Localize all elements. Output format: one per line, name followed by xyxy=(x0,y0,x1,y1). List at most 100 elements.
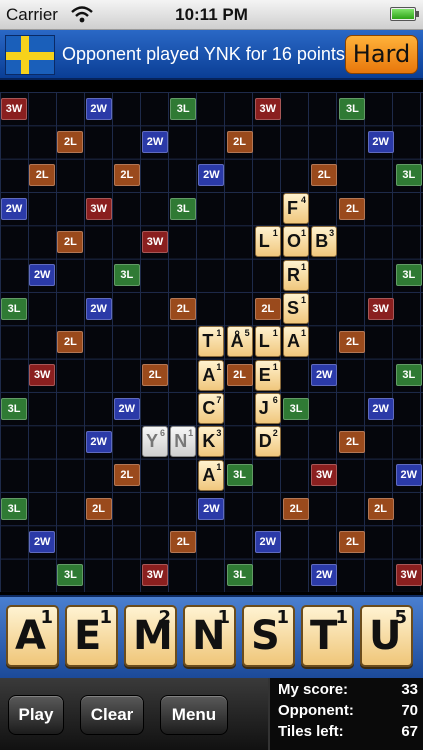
difficulty-button[interactable]: Hard xyxy=(345,35,418,74)
premium-square-3l[interactable]: 3L xyxy=(283,397,309,420)
tile-rack[interactable]: A1E1M2N1S1T1U5 xyxy=(0,595,423,678)
premium-square-2l[interactable]: 2L xyxy=(226,131,253,153)
my-score-value: 33 xyxy=(401,681,418,698)
board-tile: D2 xyxy=(254,426,281,458)
rack-tile-points: 1 xyxy=(276,607,289,628)
tile-letter: N xyxy=(174,431,188,452)
premium-square-2l[interactable]: 2L xyxy=(339,531,366,553)
premium-square-2w[interactable]: 2W xyxy=(311,564,338,587)
premium-square-2l[interactable]: 2L xyxy=(339,197,366,220)
premium-square-3l[interactable]: 3L xyxy=(226,564,253,587)
premium-square-2l[interactable]: 2L xyxy=(57,231,84,253)
tile-letter: K xyxy=(202,431,216,452)
tile-points: 1 xyxy=(216,328,222,339)
premium-square-3l[interactable]: 3L xyxy=(395,264,422,287)
tile-letter: D xyxy=(258,431,272,452)
premium-square-2l[interactable]: 2L xyxy=(339,331,366,353)
tile-points: 1 xyxy=(300,295,306,305)
play-button[interactable]: Play xyxy=(8,695,64,735)
premium-square-2w[interactable]: 2W xyxy=(367,397,394,420)
premium-square-2l[interactable]: 2L xyxy=(113,464,140,487)
board-tile: L1 xyxy=(254,226,281,258)
premium-square-3l[interactable]: 3L xyxy=(113,264,140,287)
premium-square-3w[interactable]: 3W xyxy=(142,231,168,253)
premium-square-3l[interactable]: 3L xyxy=(1,297,27,320)
premium-square-3l[interactable]: 3L xyxy=(339,97,366,120)
premium-square-3l[interactable]: 3L xyxy=(170,197,197,220)
premium-square-2w[interactable]: 2W xyxy=(311,364,338,387)
score-panel: My score: 33 Opponent: 70 Tiles left: 67 xyxy=(268,678,423,750)
opponent-score-row: Opponent: 70 xyxy=(278,702,418,722)
premium-square-2l[interactable]: 2L xyxy=(283,497,309,520)
premium-square-3w[interactable]: 3W xyxy=(142,564,168,587)
premium-square-2w[interactable]: 2W xyxy=(367,131,394,153)
premium-square-2w[interactable]: 2W xyxy=(29,531,56,553)
clock: 10:11 PM xyxy=(175,5,248,24)
tile-points: 3 xyxy=(329,228,335,239)
rack-tile[interactable]: S1 xyxy=(242,605,295,667)
premium-square-2l[interactable]: 2L xyxy=(57,131,84,153)
tile-letter: B xyxy=(315,231,329,252)
premium-square-2w[interactable]: 2W xyxy=(85,97,112,120)
premium-square-2l[interactable]: 2L xyxy=(170,297,197,320)
premium-square-2w[interactable]: 2W xyxy=(85,297,112,320)
board-tile: L1 xyxy=(254,326,281,358)
tile-points: 1 xyxy=(300,228,306,239)
rack-tile[interactable]: M2 xyxy=(124,605,177,667)
premium-square-2w[interactable]: 2W xyxy=(198,164,225,187)
sweden-flag-icon[interactable] xyxy=(5,35,55,75)
menu-button[interactable]: Menu xyxy=(160,695,228,735)
tile-letter: C xyxy=(202,398,216,418)
premium-square-2l[interactable]: 2L xyxy=(85,497,112,520)
premium-square-2l[interactable]: 2L xyxy=(170,531,197,553)
board-tile: S1 xyxy=(283,293,309,324)
tile-letter: F xyxy=(287,198,298,218)
premium-square-2l[interactable]: 2L xyxy=(311,164,338,187)
premium-square-3w[interactable]: 3W xyxy=(254,97,281,120)
premium-square-2w[interactable]: 2W xyxy=(85,431,112,453)
premium-square-3l[interactable]: 3L xyxy=(395,364,422,387)
rack-tile[interactable]: U5 xyxy=(360,605,413,667)
premium-square-2w[interactable]: 2W xyxy=(254,531,281,553)
premium-square-3l[interactable]: 3L xyxy=(57,564,84,587)
premium-square-2w[interactable]: 2W xyxy=(142,131,168,153)
premium-square-3w[interactable]: 3W xyxy=(1,97,27,120)
board-tile: F4 xyxy=(283,193,309,224)
premium-square-3w[interactable]: 3W xyxy=(85,197,112,220)
premium-square-2w[interactable]: 2W xyxy=(395,464,422,487)
rack-tile[interactable]: N1 xyxy=(183,605,236,667)
game-header: Opponent played YNK for 16 points Hard xyxy=(0,30,423,80)
premium-square-3l[interactable]: 3L xyxy=(226,464,253,487)
premium-square-3l[interactable]: 3L xyxy=(1,497,27,520)
rack-tile[interactable]: T1 xyxy=(301,605,354,667)
premium-square-2l[interactable]: 2L xyxy=(57,331,84,353)
premium-square-2l[interactable]: 2L xyxy=(142,364,168,387)
premium-square-2w[interactable]: 2W xyxy=(113,397,140,420)
premium-square-2l[interactable]: 2L xyxy=(254,297,281,320)
rack-tile[interactable]: A1 xyxy=(6,605,59,667)
premium-square-3w[interactable]: 3W xyxy=(395,564,422,587)
premium-square-3w[interactable]: 3W xyxy=(29,364,56,387)
tile-letter: S xyxy=(287,298,300,318)
premium-square-3l[interactable]: 3L xyxy=(170,97,197,120)
premium-square-2l[interactable]: 2L xyxy=(367,497,394,520)
premium-square-2l[interactable]: 2L xyxy=(29,164,56,187)
rack-tile-letter: E xyxy=(74,613,102,659)
premium-square-3l[interactable]: 3L xyxy=(395,164,422,187)
premium-square-2l[interactable]: 2L xyxy=(226,364,253,387)
game-board[interactable]: 3W 2W 3L 3W 3L 2L 2W 2L 2W 2L 2L 2W 2L 3L 2W 3W 3L 2L 2L 3W… xyxy=(0,92,423,592)
premium-square-2w[interactable]: 2W xyxy=(1,197,27,220)
premium-square-3w[interactable]: 3W xyxy=(367,297,394,320)
rack-tile-points: 1 xyxy=(40,607,53,628)
my-score-row: My score: 33 xyxy=(278,681,418,701)
tile-letter: Y xyxy=(146,431,159,452)
premium-square-3l[interactable]: 3L xyxy=(1,397,27,420)
premium-square-2w[interactable]: 2W xyxy=(29,264,56,287)
clear-button[interactable]: Clear xyxy=(80,695,144,735)
premium-square-3w[interactable]: 3W xyxy=(311,464,338,487)
rack-tile[interactable]: E1 xyxy=(65,605,118,667)
tile-points: 1 xyxy=(272,328,278,339)
premium-square-2l[interactable]: 2L xyxy=(113,164,140,187)
premium-square-2l[interactable]: 2L xyxy=(339,431,366,453)
premium-square-2w[interactable]: 2W xyxy=(198,497,225,520)
